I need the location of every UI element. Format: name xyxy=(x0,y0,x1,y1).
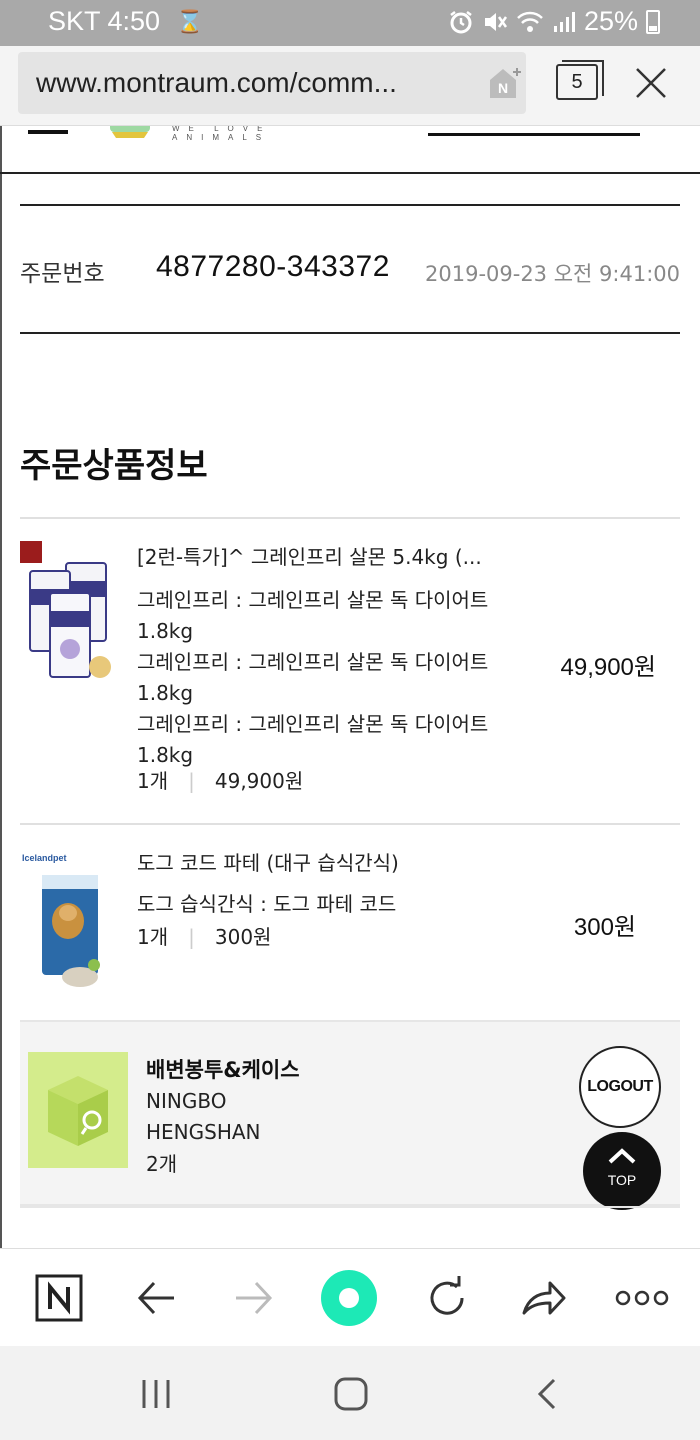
forward-arrow-icon[interactable] xyxy=(228,1273,278,1323)
order-number: 4877280-343372 xyxy=(156,250,390,283)
menu-icon[interactable] xyxy=(28,130,68,134)
order-item: [2런-특가]^ 그레인프리 살몬 5.4kg (... 그레인프리 : 그레인… xyxy=(20,517,680,823)
system-nav-bar xyxy=(0,1346,700,1440)
browser-url-bar: www.montraum.com/comm... N 5 xyxy=(0,46,700,126)
tab-count-button[interactable]: 5 xyxy=(556,60,604,100)
top-label: TOP xyxy=(607,1172,637,1188)
product-options: 그레인프리 : 그레인프리 살몬 독 다이어트 1.8kg 그레인프리 : 그레… xyxy=(137,585,499,771)
gift-brand: NINGBO HENGSHAN xyxy=(146,1086,261,1148)
alarm-icon xyxy=(450,10,472,33)
share-icon[interactable] xyxy=(518,1273,568,1323)
quantity: 1개 xyxy=(137,769,169,793)
wifi-icon xyxy=(517,11,543,32)
url-text[interactable]: www.montraum.com/comm... xyxy=(36,67,456,99)
product-image[interactable] xyxy=(20,541,120,691)
green-dot-icon[interactable] xyxy=(320,1269,378,1327)
order-number-label: 주문번호 xyxy=(20,261,105,287)
gift-brand-line: NINGBO xyxy=(146,1089,227,1113)
separator: | xyxy=(188,769,195,793)
gift-item: 배변봉투&케이스 NINGBO HENGSHAN 2개 xyxy=(20,1020,680,1206)
signal-icon xyxy=(553,11,575,32)
web-page: WE LOVE ANIMALS 주문번호 4877280-343372 2019… xyxy=(0,126,700,1248)
mute-icon xyxy=(484,12,507,31)
chevron-up-icon xyxy=(608,1148,636,1164)
product-image[interactable]: Icelandpet xyxy=(20,853,120,1003)
product-name[interactable]: 도그 코드 파테 (대구 습식간식) xyxy=(137,847,499,876)
address-field[interactable]: www.montraum.com/comm... N xyxy=(18,52,526,114)
gift-brand-line: HENGSHAN xyxy=(146,1120,261,1144)
product-option: 그레인프리 : 그레인프리 살몬 독 다이어트 1.8kg xyxy=(137,588,489,643)
page-edge-rule xyxy=(0,126,2,1248)
system-back-icon[interactable] xyxy=(530,1376,566,1412)
battery-percent: 25% xyxy=(583,6,638,36)
home-n-badge: N xyxy=(498,80,508,96)
site-logo[interactable]: WE LOVE ANIMALS xyxy=(108,126,358,144)
order-datetime: 2019-09-23 오전 9:41:00 xyxy=(425,262,680,286)
site-header: WE LOVE ANIMALS xyxy=(0,126,700,174)
carrier-time: SKT 4:50 xyxy=(48,6,161,36)
naver-home-icon[interactable] xyxy=(34,1273,84,1323)
quantity: 1개 xyxy=(137,925,169,949)
recent-apps-icon[interactable] xyxy=(138,1376,174,1412)
brand-tag: Icelandpet xyxy=(22,853,67,863)
hourglass-icon: ⌛ xyxy=(176,8,204,34)
scroll-top-button[interactable]: TOP xyxy=(583,1132,661,1210)
header-divider xyxy=(0,172,700,174)
close-icon[interactable] xyxy=(634,66,668,100)
unit-price: 49,900원 xyxy=(214,769,304,793)
product-name[interactable]: [2런-특가]^ 그레인프리 살몬 5.4kg (... xyxy=(137,541,499,570)
home-icon[interactable] xyxy=(333,1376,369,1412)
browser-toolbar xyxy=(0,1248,700,1346)
quantity-line: 1개 | 49,900원 xyxy=(137,765,303,794)
refresh-icon[interactable] xyxy=(422,1273,472,1323)
logo-mark-icon xyxy=(110,126,150,138)
order-info-row: 주문번호 4877280-343372 2019-09-23 오전 9:41:0… xyxy=(20,204,680,334)
status-bar: SKT 4:50 ⌛ 25% xyxy=(0,0,700,46)
quantity-line: 1개 | 300원 xyxy=(137,921,271,950)
product-options: 도그 습식간식 : 도그 파테 코드 xyxy=(137,889,499,920)
more-icon[interactable] xyxy=(614,1273,670,1323)
order-item: Icelandpet 도그 코드 파테 (대구 습식간식) 도그 습식간식 : … xyxy=(20,823,680,1020)
logo-tagline: WE LOVE ANIMALS xyxy=(172,126,272,142)
content-divider xyxy=(20,1206,680,1208)
header-underline xyxy=(428,133,640,136)
product-option: 그레인프리 : 그레인프리 살몬 독 다이어트 1.8kg xyxy=(137,712,489,767)
battery-icon xyxy=(646,9,660,34)
section-title: 주문상품정보 xyxy=(20,446,208,486)
logout-button[interactable]: LOGOUT xyxy=(579,1046,661,1128)
unit-price: 300원 xyxy=(214,925,272,949)
product-option: 그레인프리 : 그레인프리 살몬 독 다이어트 1.8kg xyxy=(137,650,489,705)
separator: | xyxy=(188,925,195,949)
gift-image[interactable] xyxy=(28,1052,128,1168)
product-option: 도그 습식간식 : 도그 파테 코드 xyxy=(137,892,397,916)
gift-name[interactable]: 배변봉투&케이스 xyxy=(146,1054,300,1084)
add-home-n-icon[interactable]: N xyxy=(488,66,522,100)
item-price: 300원 xyxy=(573,914,636,941)
item-price: 49,900원 xyxy=(560,654,657,681)
back-arrow-icon[interactable] xyxy=(132,1273,182,1323)
gift-quantity: 2개 xyxy=(146,1152,178,1176)
